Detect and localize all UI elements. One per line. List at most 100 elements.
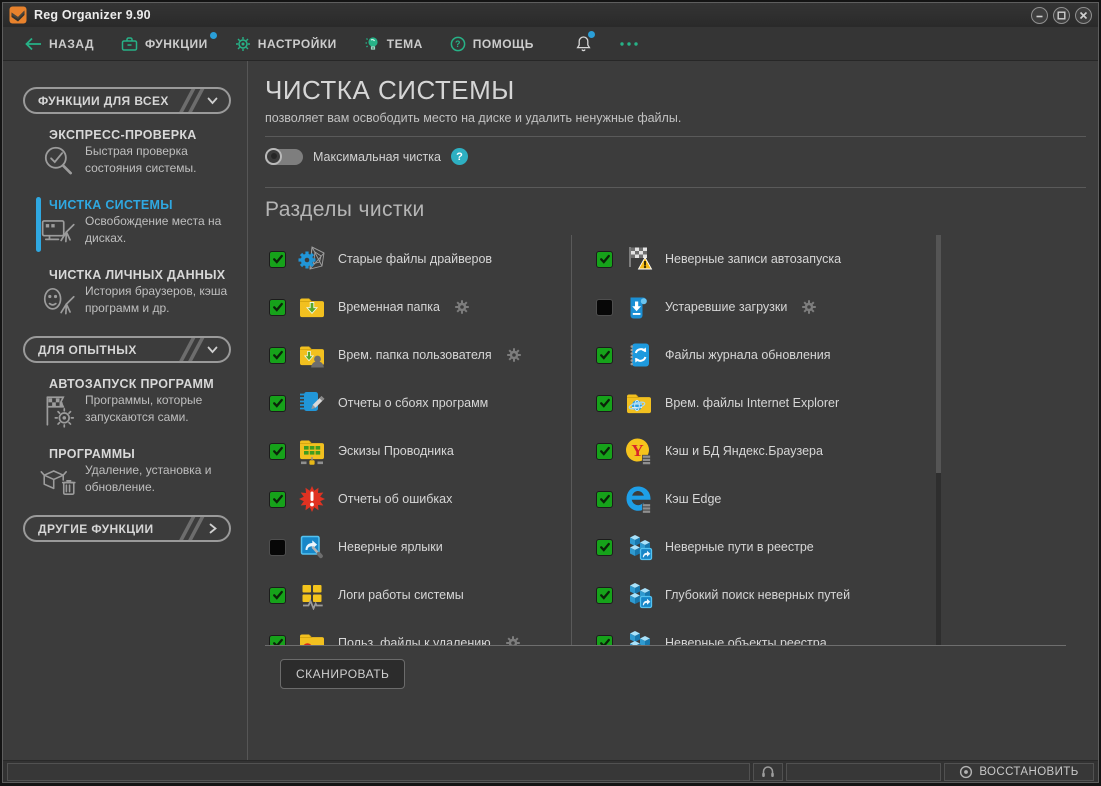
magnifier-check-icon: [40, 143, 78, 181]
back-button[interactable]: НАЗАД: [25, 37, 94, 51]
cleanup-row: Неверные записи автозапуска: [596, 235, 912, 283]
cleanup-row: Эскизы Проводника: [269, 427, 571, 475]
cleanup-row: Глубокий поиск неверных путей: [596, 571, 912, 619]
restore-icon: [959, 765, 973, 779]
checkbox-checked[interactable]: [269, 251, 286, 268]
checkbox-checked[interactable]: [269, 347, 286, 364]
sidebar-group-advanced[interactable]: ДЛЯ ОПЫТНЫХ: [23, 336, 231, 363]
cleanup-row-label: Глубокий поиск неверных путей: [665, 588, 850, 602]
lightbulb-icon: [364, 35, 380, 52]
more-button[interactable]: [619, 41, 639, 47]
checkbox-checked[interactable]: [269, 395, 286, 412]
driver-gear-web-icon: [297, 244, 327, 274]
settings-label: НАСТРОЙКИ: [258, 37, 337, 51]
sidebar-item-private-data-cleanup[interactable]: ЧИСТКА ЛИЧНЫХ ДАННЫХИстория браузеров, к…: [3, 266, 247, 323]
theme-button[interactable]: ТЕМА: [364, 35, 423, 52]
restore-button[interactable]: ВОССТАНОВИТЬ: [944, 763, 1094, 781]
sidebar-item-description: Освобождение места на дисках.: [85, 213, 237, 251]
folder-thumbnails-icon: [297, 436, 327, 466]
cleanup-row-label: Временная папка: [338, 300, 440, 314]
window-title: Reg Organizer 9.90: [34, 8, 151, 22]
checkbox-checked[interactable]: [596, 443, 613, 460]
cleanup-row: Кэш Edge: [596, 475, 912, 523]
row-settings-gear-icon[interactable]: [506, 347, 522, 363]
help-button[interactable]: ? ПОМОЩЬ: [450, 36, 534, 52]
row-settings-gear-icon[interactable]: [505, 635, 521, 645]
sidebar-group-label: ДЛЯ ОПЫТНЫХ: [38, 343, 137, 357]
checkbox-checked[interactable]: [596, 635, 613, 646]
minimize-button[interactable]: [1031, 7, 1048, 24]
cleanup-row-label: Неверные записи автозапуска: [665, 252, 841, 266]
sidebar-item-title: АВТОЗАПУСК ПРОГРАММ: [49, 377, 247, 391]
checkbox-unchecked[interactable]: [269, 539, 286, 556]
cleanup-row: Врем. файлы Internet Explorer: [596, 379, 912, 427]
flag-gear-icon: [40, 392, 78, 430]
checkbox-checked[interactable]: [269, 587, 286, 604]
cleanup-row-label: Неверные объекты реестра: [665, 636, 827, 645]
cleanup-row-label: Логи работы системы: [338, 588, 464, 602]
checkbox-checked[interactable]: [596, 539, 613, 556]
sidebar-group-label: ДРУГИЕ ФУНКЦИИ: [38, 522, 153, 536]
checkbox-checked[interactable]: [596, 395, 613, 412]
chevron-right-icon: [206, 522, 219, 535]
sidebar-item-system-cleanup[interactable]: ЧИСТКА СИСТЕМЫОсвобождение места на диск…: [3, 196, 247, 253]
toolbar: НАЗАД ФУНКЦИИ НАСТРОЙКИ ТЕМА ? ПОМОЩЬ: [3, 27, 1098, 61]
cleanup-row: Отчеты об ошибках: [269, 475, 571, 523]
notebook-refresh-icon: [624, 340, 654, 370]
statusbar: ВОССТАНОВИТЬ: [3, 760, 1098, 782]
divider: [265, 645, 1066, 646]
scan-button[interactable]: СКАНИРОВАТЬ: [280, 659, 405, 689]
back-label: НАЗАД: [49, 37, 94, 51]
registry-cubes-icon: [624, 628, 654, 645]
cleanup-row: Старые файлы драйверов: [269, 235, 571, 283]
cleanup-row-label: Эскизы Проводника: [338, 444, 454, 458]
cleanup-sections-list: Старые файлы драйверов Временная папка Вре…: [265, 235, 941, 645]
stripes-decoration: [185, 516, 198, 542]
sidebar-group-other-functions[interactable]: ДРУГИЕ ФУНКЦИИ: [23, 515, 231, 542]
sidebar-item-title: ЭКСПРЕСС-ПРОВЕРКА: [49, 128, 247, 142]
sidebar-item-express-check[interactable]: ЭКСПРЕСС-ПРОВЕРКАБыстрая проверка состоя…: [3, 126, 247, 183]
checkbox-unchecked[interactable]: [596, 299, 613, 316]
maximize-button[interactable]: [1053, 7, 1070, 24]
notifications-button[interactable]: [575, 35, 592, 52]
checkbox-checked[interactable]: [269, 443, 286, 460]
notifications-badge: [588, 31, 595, 38]
folder-user-icon: [297, 340, 327, 370]
functions-badge: [210, 32, 217, 39]
checkbox-checked[interactable]: [596, 587, 613, 604]
chevron-down-icon: [206, 94, 219, 107]
divider: [265, 187, 1086, 188]
close-button[interactable]: [1075, 7, 1092, 24]
svg-text:?: ?: [455, 39, 461, 49]
error-burst-icon: [297, 484, 327, 514]
list-scrollbar[interactable]: [936, 235, 941, 645]
content-area: ФУНКЦИИ ДЛЯ ВСЕХ ЭКСПРЕСС-ПРОВЕРКАБыстрая…: [3, 61, 1098, 760]
checkbox-checked[interactable]: [596, 347, 613, 364]
windows-pulse-icon: [297, 580, 327, 610]
page-title: ЧИСТКА СИСТЕМЫ: [265, 75, 1090, 106]
cleanup-row: Временная папка: [269, 283, 571, 331]
cleanup-row-label: Старые файлы драйверов: [338, 252, 492, 266]
box-trash-icon: [40, 462, 78, 500]
help-label: ПОМОЩЬ: [473, 37, 534, 51]
max-clean-toggle[interactable]: [265, 149, 303, 165]
checkbox-checked[interactable]: [596, 491, 613, 508]
checkbox-checked[interactable]: [269, 299, 286, 316]
shortcut-tool-icon: [297, 532, 327, 562]
support-button[interactable]: [753, 763, 783, 781]
checkbox-checked[interactable]: [596, 251, 613, 268]
functions-button[interactable]: ФУНКЦИИ: [121, 36, 208, 52]
sidebar-group-all-functions[interactable]: ФУНКЦИИ ДЛЯ ВСЕХ: [23, 87, 231, 114]
sidebar-item-programs[interactable]: ПРОГРАММЫУдаление, установка и обновлени…: [3, 445, 247, 502]
row-settings-gear-icon[interactable]: [454, 299, 470, 315]
max-clean-help-icon[interactable]: ?: [451, 148, 468, 165]
cleanup-row-label: Отчеты об ошибках: [338, 492, 452, 506]
settings-button[interactable]: НАСТРОЙКИ: [235, 36, 337, 52]
checkbox-checked[interactable]: [269, 635, 286, 646]
row-settings-gear-icon[interactable]: [801, 299, 817, 315]
yandex-db-icon: Y: [624, 436, 654, 466]
briefcase-icon: [121, 36, 138, 52]
sidebar-item-autorun-programs[interactable]: АВТОЗАПУСК ПРОГРАММПрограммы, которые за…: [3, 375, 247, 432]
checkbox-checked[interactable]: [269, 491, 286, 508]
restore-label: ВОССТАНОВИТЬ: [979, 766, 1078, 778]
